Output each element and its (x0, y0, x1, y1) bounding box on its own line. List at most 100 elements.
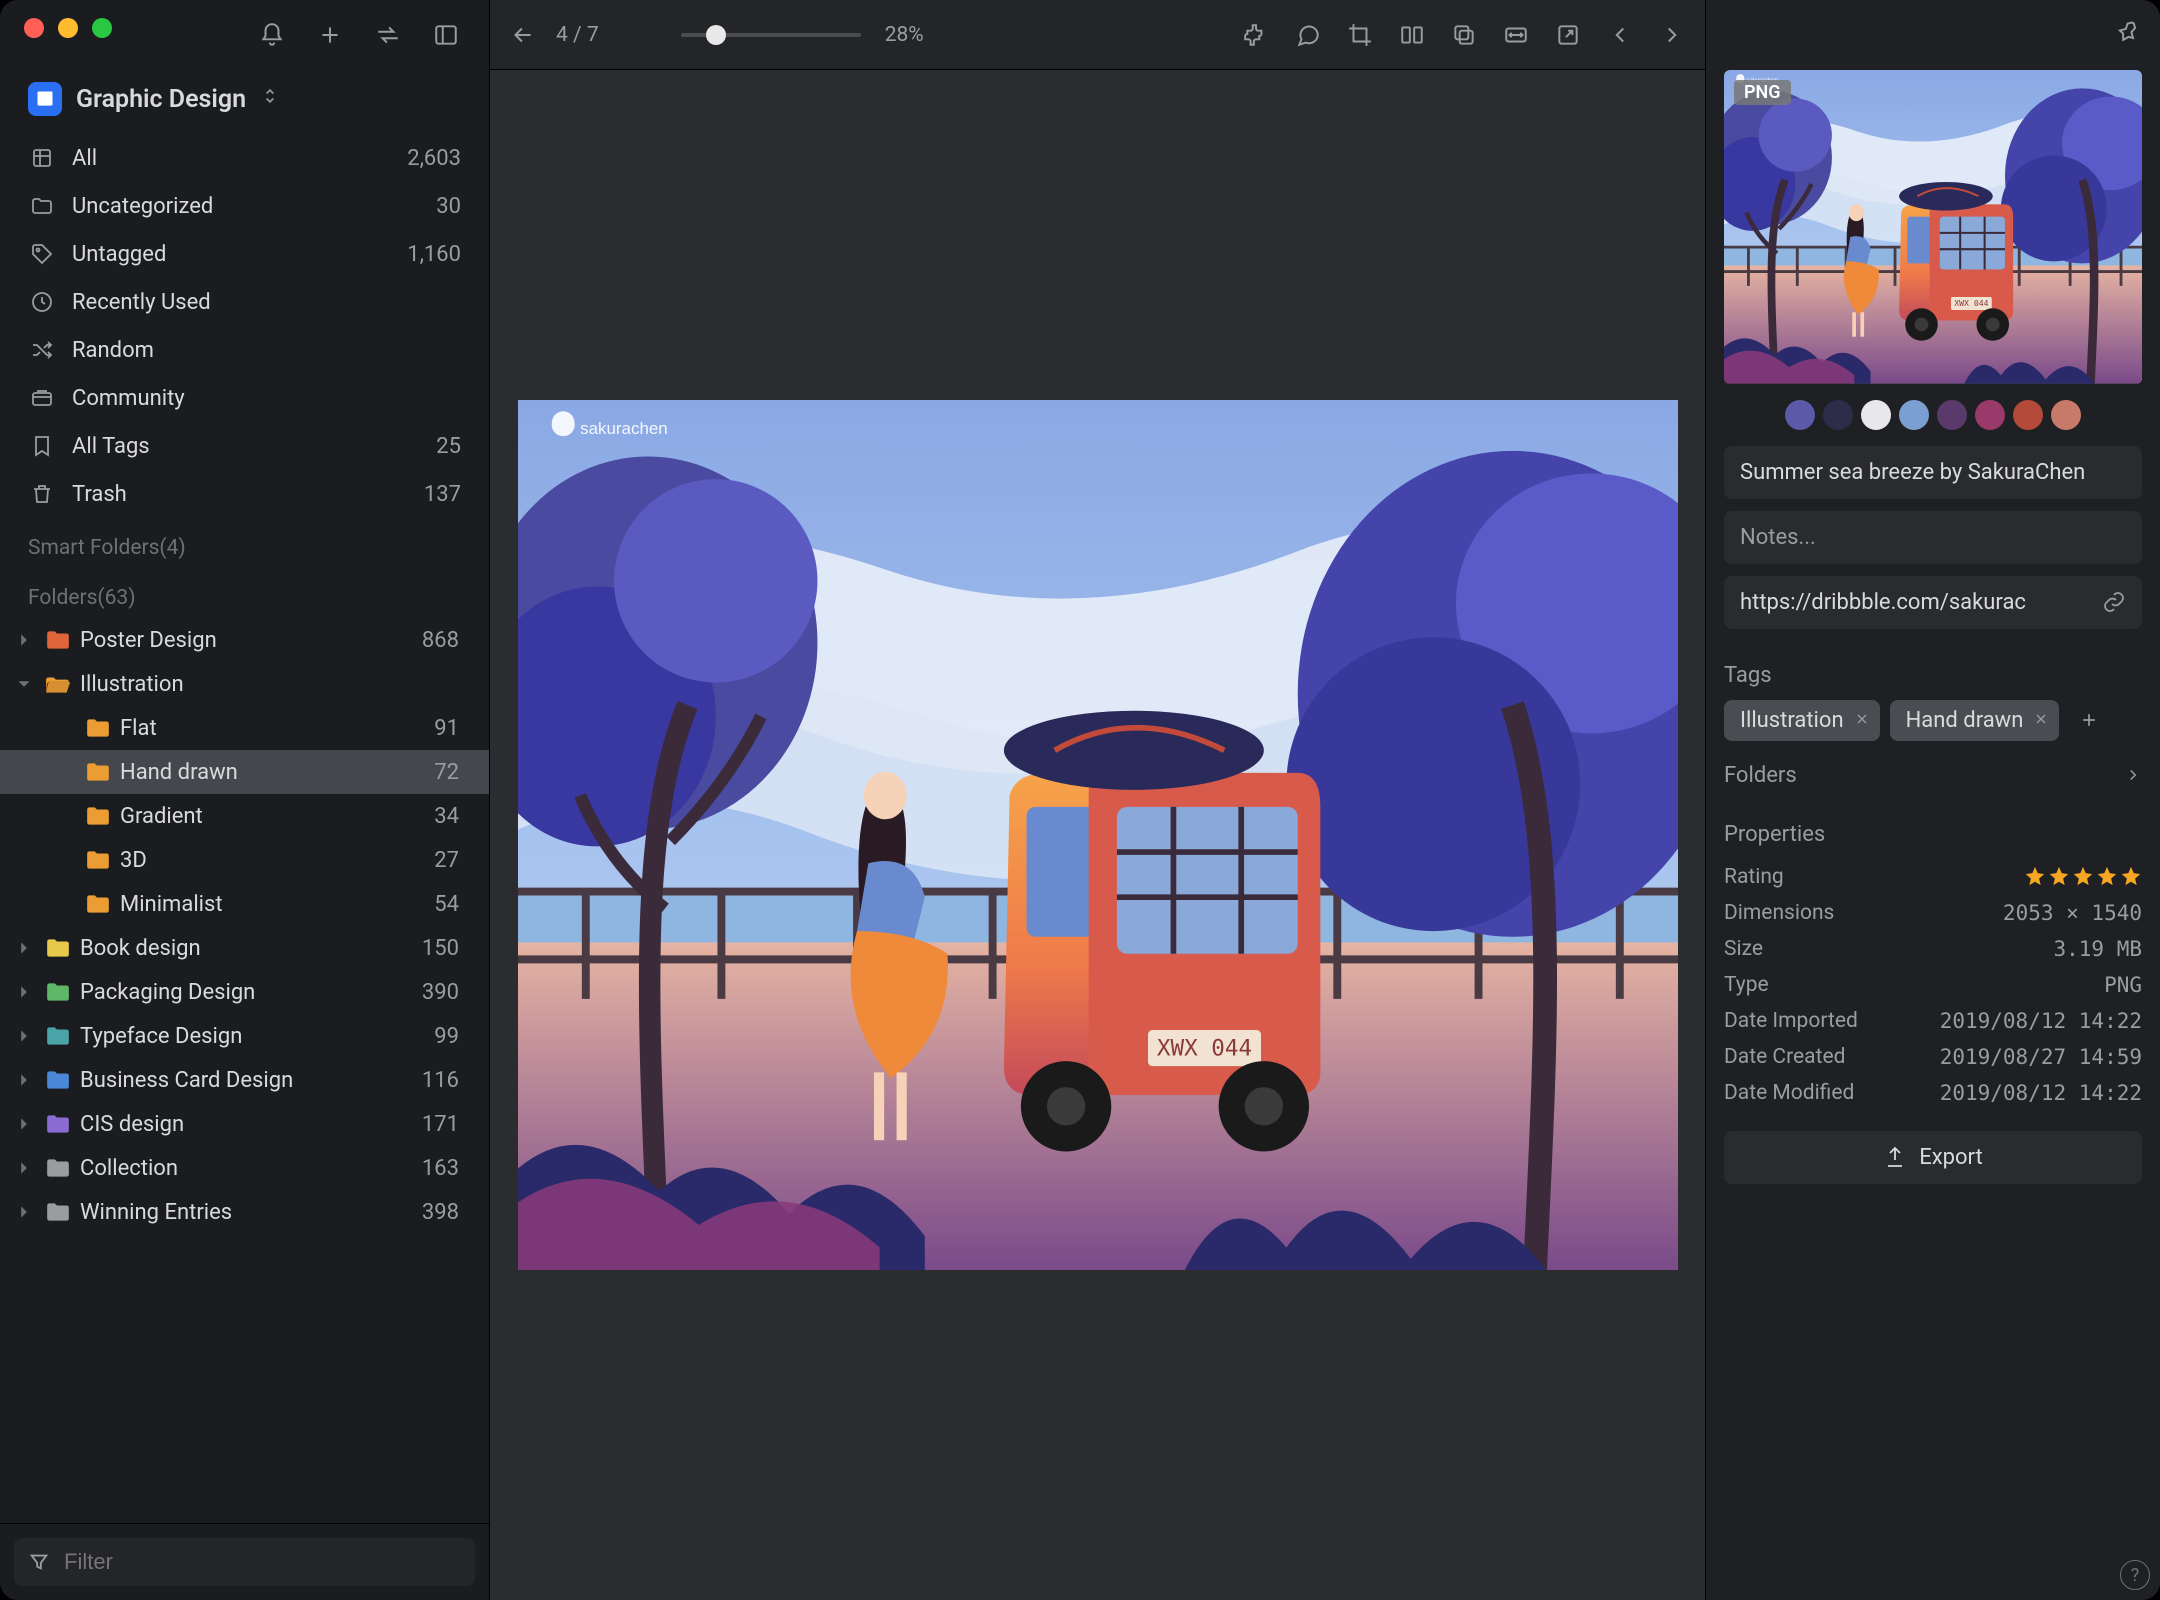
sidebar-random[interactable]: Random (0, 326, 489, 374)
disclosure-icon[interactable] (12, 1205, 36, 1219)
disclosure-icon[interactable] (12, 1161, 36, 1175)
zoom-slider[interactable] (681, 33, 861, 37)
sidebar-item-label: All Tags (72, 434, 420, 459)
sidebar-uncategorized[interactable]: Uncategorized 30 (0, 182, 489, 230)
sidebar-trash[interactable]: Trash 137 (0, 470, 489, 518)
filter-icon (28, 1551, 50, 1573)
sidebar-item-count: 30 (436, 194, 461, 219)
folder-icon (44, 1022, 72, 1050)
folder-icon (84, 890, 112, 918)
sidebar-item-label: All (72, 146, 391, 171)
disclosure-icon[interactable] (12, 677, 36, 691)
filter-input[interactable] (62, 1548, 461, 1576)
title-box[interactable]: Summer sea breeze by SakuraChen (1724, 446, 2142, 499)
folder-count: 163 (422, 1156, 477, 1181)
remove-tag-icon[interactable] (1854, 708, 1870, 733)
folder-winning-entries[interactable]: Winning Entries 398 (0, 1190, 489, 1234)
disclosure-icon[interactable] (12, 941, 36, 955)
sidebar-item-label: Untagged (72, 242, 391, 267)
export-label: Export (1919, 1145, 1983, 1170)
notes-box[interactable]: Notes... (1724, 511, 2142, 564)
sidebar-recently-used[interactable]: Recently Used (0, 278, 489, 326)
thumbnail[interactable]: XWX 044 sakurachen PNG (1724, 70, 2142, 384)
tag-hand-drawn[interactable]: Hand drawn (1890, 700, 2060, 741)
folder-typeface-design[interactable]: Typeface Design 99 (0, 1014, 489, 1058)
help-button[interactable]: ? (2120, 1560, 2150, 1590)
disclosure-icon[interactable] (12, 1117, 36, 1131)
folder-label: Illustration (80, 672, 451, 697)
date-imported-value: 2019/08/12 14:22 (1940, 1009, 2142, 1033)
color-swatch[interactable] (1975, 400, 2005, 430)
close-window[interactable] (24, 18, 44, 38)
export-button[interactable]: Export (1724, 1131, 2142, 1184)
disclosure-icon[interactable] (12, 633, 36, 647)
duplicate-icon[interactable] (1449, 20, 1479, 50)
comment-icon[interactable] (1293, 20, 1323, 50)
folder-gradient[interactable]: Gradient 34 (0, 794, 489, 838)
compare-icon[interactable] (1397, 20, 1427, 50)
properties-heading: Properties (1724, 822, 2142, 847)
folder-icon (84, 802, 112, 830)
prev-icon[interactable] (1605, 20, 1635, 50)
folder-label: Poster Design (80, 628, 414, 653)
rating-stars[interactable] (2024, 865, 2142, 889)
add-tag-button[interactable] (2069, 700, 2109, 740)
folder-3d[interactable]: 3D 27 (0, 838, 489, 882)
sidebar-community[interactable]: Community (0, 374, 489, 422)
preview-image[interactable]: XWX 044 sakurachen (518, 400, 1678, 1270)
color-swatch[interactable] (1899, 400, 1929, 430)
tag-illustration[interactable]: Illustration (1724, 700, 1880, 741)
sidebar-all-tags[interactable]: All Tags 25 (0, 422, 489, 470)
color-swatch[interactable] (1937, 400, 1967, 430)
folder-illustration[interactable]: Illustration (0, 662, 489, 706)
folder-count: 54 (434, 892, 477, 917)
maximize-window[interactable] (92, 18, 112, 38)
color-swatch[interactable] (1785, 400, 1815, 430)
folder-poster-design[interactable]: Poster Design 868 (0, 618, 489, 662)
open-external-icon[interactable] (1553, 20, 1583, 50)
disclosure-icon[interactable] (12, 1029, 36, 1043)
folders-heading[interactable]: Folders (1724, 763, 2142, 788)
filter-input-wrap[interactable] (14, 1538, 475, 1586)
folder-packaging-design[interactable]: Packaging Design 390 (0, 970, 489, 1014)
folder-cis-design[interactable]: CIS design 171 (0, 1102, 489, 1146)
color-swatch[interactable] (1861, 400, 1891, 430)
folder-icon (44, 1066, 72, 1094)
panel-toggle-icon[interactable] (431, 20, 461, 50)
color-swatch[interactable] (2051, 400, 2081, 430)
folder-icon (44, 1110, 72, 1138)
format-badge: PNG (1734, 80, 1791, 105)
next-icon[interactable] (1657, 20, 1687, 50)
plus-icon[interactable] (315, 20, 345, 50)
crop-icon[interactable] (1345, 20, 1375, 50)
minimize-window[interactable] (58, 18, 78, 38)
folder-business-card-design[interactable]: Business Card Design 116 (0, 1058, 489, 1102)
folder-minimalist[interactable]: Minimalist 54 (0, 882, 489, 926)
disclosure-icon[interactable] (12, 985, 36, 999)
url-box[interactable]: https://dribbble.com/sakurac (1724, 576, 2142, 629)
remove-tag-icon[interactable] (2033, 708, 2049, 733)
sidebar-untagged[interactable]: Untagged 1,160 (0, 230, 489, 278)
color-swatch[interactable] (1823, 400, 1853, 430)
sidebar-item-label: Community (72, 386, 445, 411)
bell-icon[interactable] (257, 20, 287, 50)
pin-icon[interactable] (2116, 19, 2142, 51)
fit-width-icon[interactable] (1501, 20, 1531, 50)
folders-heading: Folders(63) (0, 568, 489, 618)
dimensions-label: Dimensions (1724, 901, 1834, 925)
back-icon[interactable] (508, 20, 538, 50)
sidebar-all[interactable]: All 2,603 (0, 134, 489, 182)
viewer-toolbar: 4 / 7 28% (490, 0, 1705, 70)
folder-flat[interactable]: Flat 91 (0, 706, 489, 750)
folder-collection[interactable]: Collection 163 (0, 1146, 489, 1190)
color-swatch[interactable] (2013, 400, 2043, 430)
extension-icon[interactable] (1241, 20, 1271, 50)
transfer-icon[interactable] (373, 20, 403, 50)
library-switcher[interactable]: Graphic Design (0, 70, 489, 134)
folder-book-design[interactable]: Book design 150 (0, 926, 489, 970)
folder-hand-drawn[interactable]: Hand drawn 72 (0, 750, 489, 794)
traffic-lights[interactable] (24, 18, 112, 38)
folder-label: Packaging Design (80, 980, 414, 1005)
folder-count: 27 (434, 848, 477, 873)
disclosure-icon[interactable] (12, 1073, 36, 1087)
